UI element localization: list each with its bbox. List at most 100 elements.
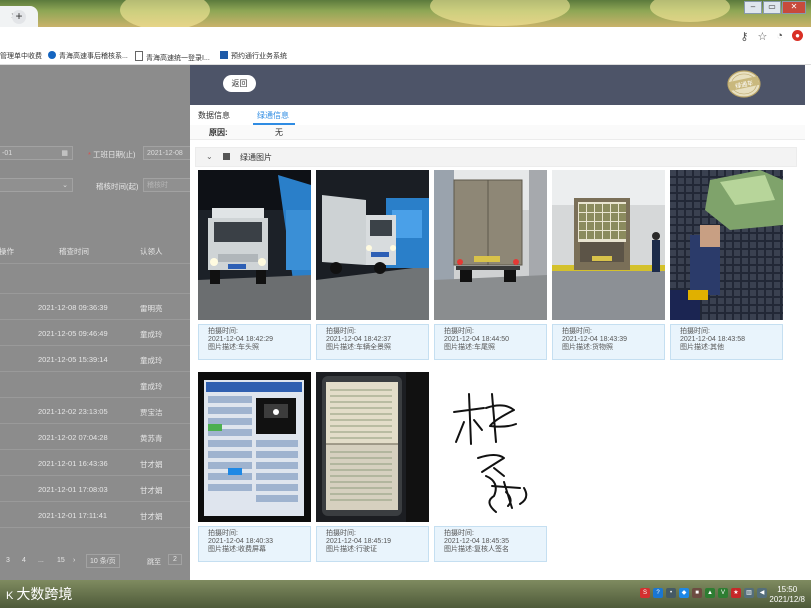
jump-input[interactable]: 2: [168, 554, 182, 565]
photo-time: 2021-12-04 18:43:39: [562, 336, 627, 343]
audit-time-field[interactable]: 稽核时: [143, 178, 190, 192]
photo-time: 2021-12-04 18:44:50: [444, 336, 509, 343]
collapse-chevron-icon[interactable]: ⌄: [206, 152, 213, 161]
row-divider: [0, 449, 190, 450]
row-divider: [0, 475, 190, 476]
section-header[interactable]: ⌄ 绿通图片: [195, 147, 797, 167]
photo-image[interactable]: [198, 170, 311, 320]
photo-description: 图片描述:车辆全景照: [326, 344, 391, 351]
network-icon[interactable]: ▥: [744, 588, 754, 598]
address-bar-icons: ⚷ ☆ ◔ ●: [740, 30, 803, 43]
photo-card: 拍摄时间: 2021-12-04 18:42:37 图片描述:车辆全景照: [316, 170, 429, 360]
window-controls: – ▭ ✕: [744, 1, 806, 14]
row-claimant: 黄苏青: [140, 434, 163, 443]
signature-image[interactable]: [434, 372, 547, 522]
bookmark-item[interactable]: 预约通行业务系统: [220, 51, 287, 61]
page-icon: [135, 51, 143, 61]
extension-icon[interactable]: ●: [792, 30, 803, 41]
bookmark-item[interactable]: 青海高速统一登录I...: [135, 51, 210, 63]
page-next-icon[interactable]: ›: [73, 557, 75, 564]
photo-time-label: 拍摄时间:: [208, 328, 238, 335]
photo-time: 2021-12-04 18:45:35: [444, 538, 509, 545]
key-icon[interactable]: ⚷: [740, 30, 748, 43]
background-page-overlay: -01 ▦ * 工班日期(止) 2021-12-08 ⌄ 稽核时间(起) 稽核时…: [0, 65, 190, 580]
bookmark-item[interactable]: 管理单中收费: [0, 51, 42, 61]
select-field[interactable]: ⌄: [0, 178, 73, 192]
page-ellipsis[interactable]: ...: [38, 557, 44, 564]
column-header: 操作: [0, 247, 14, 256]
row-divider: [0, 501, 190, 502]
tray-app-icon[interactable]: ▲: [705, 588, 715, 598]
photo-card: 拍摄时间: 2021-12-04 18:45:35 图片描述:复核人签名: [434, 372, 547, 562]
maximize-button[interactable]: ▭: [763, 1, 781, 14]
start-date-field[interactable]: -01 ▦: [0, 146, 73, 160]
photo-time-label: 拍摄时间:: [208, 530, 238, 537]
photo-image[interactable]: [316, 170, 429, 320]
photo-card: 拍摄时间: 2021-12-04 18:42:29 图片描述:车头照: [198, 170, 311, 360]
row-claimant: 贾宝洁: [140, 408, 163, 417]
page-number[interactable]: 4: [22, 557, 26, 564]
row-claimant: 童成玲: [140, 330, 163, 339]
column-header: 稽查时间: [59, 247, 89, 256]
bookmarks-bar: 管理单中收费 青海高速事后稽核系... 青海高速统一登录I... 预约通行业务系…: [0, 47, 811, 65]
section-title: 绿通图片: [240, 153, 272, 162]
photo-image[interactable]: [434, 170, 547, 320]
star-icon[interactable]: ☆: [757, 30, 767, 43]
row-claimant: 甘才娟: [140, 512, 163, 521]
column-header: 认领人: [140, 247, 163, 256]
audit-time-label: 稽核时间(起): [96, 182, 139, 191]
watermark: K 大数跨境: [6, 584, 72, 604]
green-channel-stamp-icon: 绿通车: [727, 70, 761, 98]
modal-header: 返回 绿通车: [190, 65, 805, 105]
new-tab-button[interactable]: +: [12, 10, 26, 24]
row-claimant: 雷明亮: [140, 304, 163, 313]
photo-caption: 拍摄时间: 2021-12-04 18:44:50 图片描述:车尾照: [434, 324, 547, 360]
watermark-logo-icon: K: [6, 590, 14, 602]
tray-app-icon[interactable]: S: [640, 588, 650, 598]
row-audit-time: 2021-12-02 07:04:28: [38, 433, 108, 442]
photo-image[interactable]: [670, 170, 783, 320]
clock[interactable]: 15:50 2021/12/8: [769, 585, 805, 605]
pagination: 3 4 ... 15 › 10 条/页 跳至 2: [0, 554, 190, 569]
row-claimant: 童成玲: [140, 382, 163, 391]
photo-time: 2021-12-04 18:43:58: [680, 336, 745, 343]
row-divider: [0, 345, 190, 346]
row-claimant: 甘才娟: [140, 460, 163, 469]
back-button[interactable]: 返回: [223, 75, 256, 92]
shield-icon[interactable]: ◆: [679, 588, 689, 598]
row-divider: [0, 527, 190, 528]
photo-time-label: 拍摄时间:: [444, 530, 474, 537]
photo-image[interactable]: [552, 170, 665, 320]
volume-icon[interactable]: ◀: [757, 588, 767, 598]
reason-value: 无: [275, 128, 283, 137]
photo-image[interactable]: [316, 372, 429, 522]
photo-caption: 拍摄时间: 2021-12-04 18:45:35 图片描述:复核人签名: [434, 526, 547, 562]
row-audit-time: 2021-12-01 17:08:03: [38, 485, 108, 494]
profile-icon[interactable]: ◔: [776, 30, 783, 43]
tab-data-info[interactable]: 数据信息: [198, 110, 230, 121]
tray-app-icon[interactable]: ■: [692, 588, 702, 598]
page-number[interactable]: 3: [6, 557, 10, 564]
row-audit-time: 2021-12-05 09:46:49: [38, 329, 108, 338]
tray-app-icon[interactable]: ★: [731, 588, 741, 598]
end-date-field[interactable]: 2021-12-08: [143, 146, 190, 160]
tray-app-icon[interactable]: V: [718, 588, 728, 598]
photo-caption: 拍摄时间: 2021-12-04 18:43:58 图片描述:其他: [670, 324, 783, 360]
page-number[interactable]: 15: [57, 557, 65, 564]
page-size-select[interactable]: 10 条/页: [86, 554, 120, 568]
minimize-button[interactable]: –: [744, 1, 762, 14]
window-close-button[interactable]: ✕: [782, 1, 806, 14]
photo-image[interactable]: [198, 372, 311, 522]
bookmark-item[interactable]: 青海高速事后稽核系...: [48, 51, 128, 61]
row-divider: [0, 371, 190, 372]
bookmark-label: 青海高速统一登录I...: [146, 55, 210, 62]
tab-green-channel-info[interactable]: 绿通信息: [257, 110, 289, 121]
photo-description: 图片描述:其他: [680, 344, 724, 351]
row-audit-time: 2021-12-08 09:36:39: [38, 303, 108, 312]
image-section-icon: [223, 153, 230, 160]
monitor-icon: [220, 51, 228, 59]
photo-caption: 拍摄时间: 2021-12-04 18:42:37 图片描述:车辆全景照: [316, 324, 429, 360]
help-icon[interactable]: ?: [653, 588, 663, 598]
tray-app-icon[interactable]: •: [666, 588, 676, 598]
jump-label: 跳至: [147, 559, 161, 566]
